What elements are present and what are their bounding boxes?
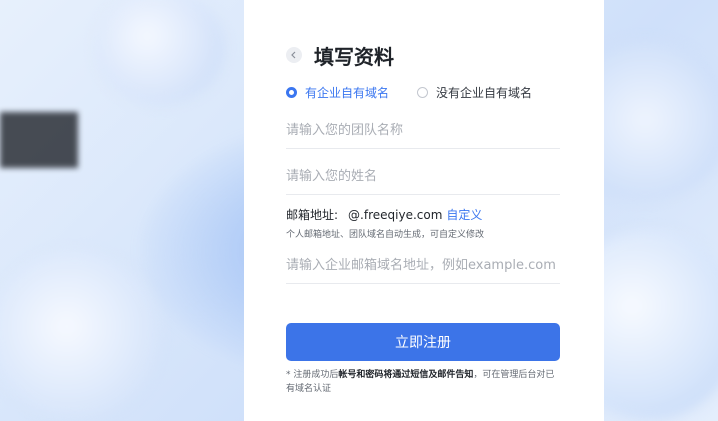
radio-selected-icon (286, 87, 297, 98)
chevron-left-icon (291, 51, 296, 59)
domain-field (286, 249, 560, 284)
domain-input[interactable] (286, 249, 560, 281)
email-address-row: 邮箱地址: @.freeqiye.com 自定义 (286, 206, 482, 223)
email-value: @.freeqiye.com (348, 207, 443, 222)
email-hint: 个人邮箱地址、团队域名自动生成，可自定义修改 (286, 230, 485, 240)
bg-bubble-bottom-left (0, 250, 160, 420)
back-button[interactable] (286, 47, 302, 63)
name-input[interactable] (286, 160, 560, 192)
footnote-prefix: * 注册成功后 (286, 370, 339, 380)
register-button[interactable]: 立即注册 (286, 323, 560, 361)
radio-no-domain-label: 没有企业自有域名 (436, 86, 533, 100)
radio-has-domain-label: 有企业自有域名 (305, 86, 390, 100)
domain-choice-group: 有企业自有域名 没有企业自有域名 (286, 84, 532, 101)
team-name-input[interactable] (286, 114, 560, 146)
register-form-panel: 填写资料 有企业自有域名 没有企业自有域名 邮箱地址: @.freeqiye.c… (244, 0, 604, 421)
register-footnote: * 注册成功后帐号和密码将通过短信及邮件告知，可在管理后台对已有域名认证 (286, 368, 562, 396)
radio-has-domain[interactable]: 有企业自有域名 (286, 84, 389, 101)
radio-no-domain[interactable]: 没有企业自有域名 (417, 84, 532, 101)
team-name-field (286, 114, 560, 149)
footnote-bold: 帐号和密码将通过短信及邮件告知 (338, 370, 474, 380)
bg-bubble-top-left (95, 0, 225, 105)
name-field (286, 160, 560, 195)
radio-unselected-icon (417, 87, 429, 98)
email-custom-link[interactable]: 自定义 (446, 206, 482, 223)
form-header: 填写资料 (286, 40, 394, 70)
email-label: 邮箱地址: (286, 208, 339, 222)
page-title: 填写资料 (314, 44, 394, 69)
bg-dark-graphic (0, 112, 78, 168)
